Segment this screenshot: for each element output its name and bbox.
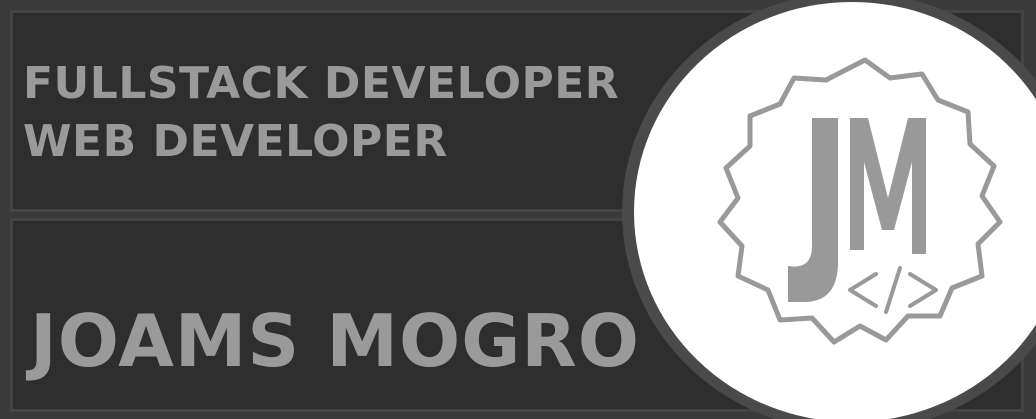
jm-logo bbox=[717, 57, 1003, 345]
role-title-fullstack: FULLSTACK DEVELOPER bbox=[23, 58, 620, 109]
j-letter bbox=[788, 118, 838, 302]
developer-name: JOAMS MOGRO bbox=[30, 299, 640, 383]
profile-banner: FULLSTACK DEVELOPER WEB DEVELOPER JOAMS … bbox=[0, 0, 1036, 419]
role-title-web: WEB DEVELOPER bbox=[23, 116, 448, 167]
code-icon bbox=[848, 266, 938, 314]
m-letter bbox=[850, 118, 926, 254]
